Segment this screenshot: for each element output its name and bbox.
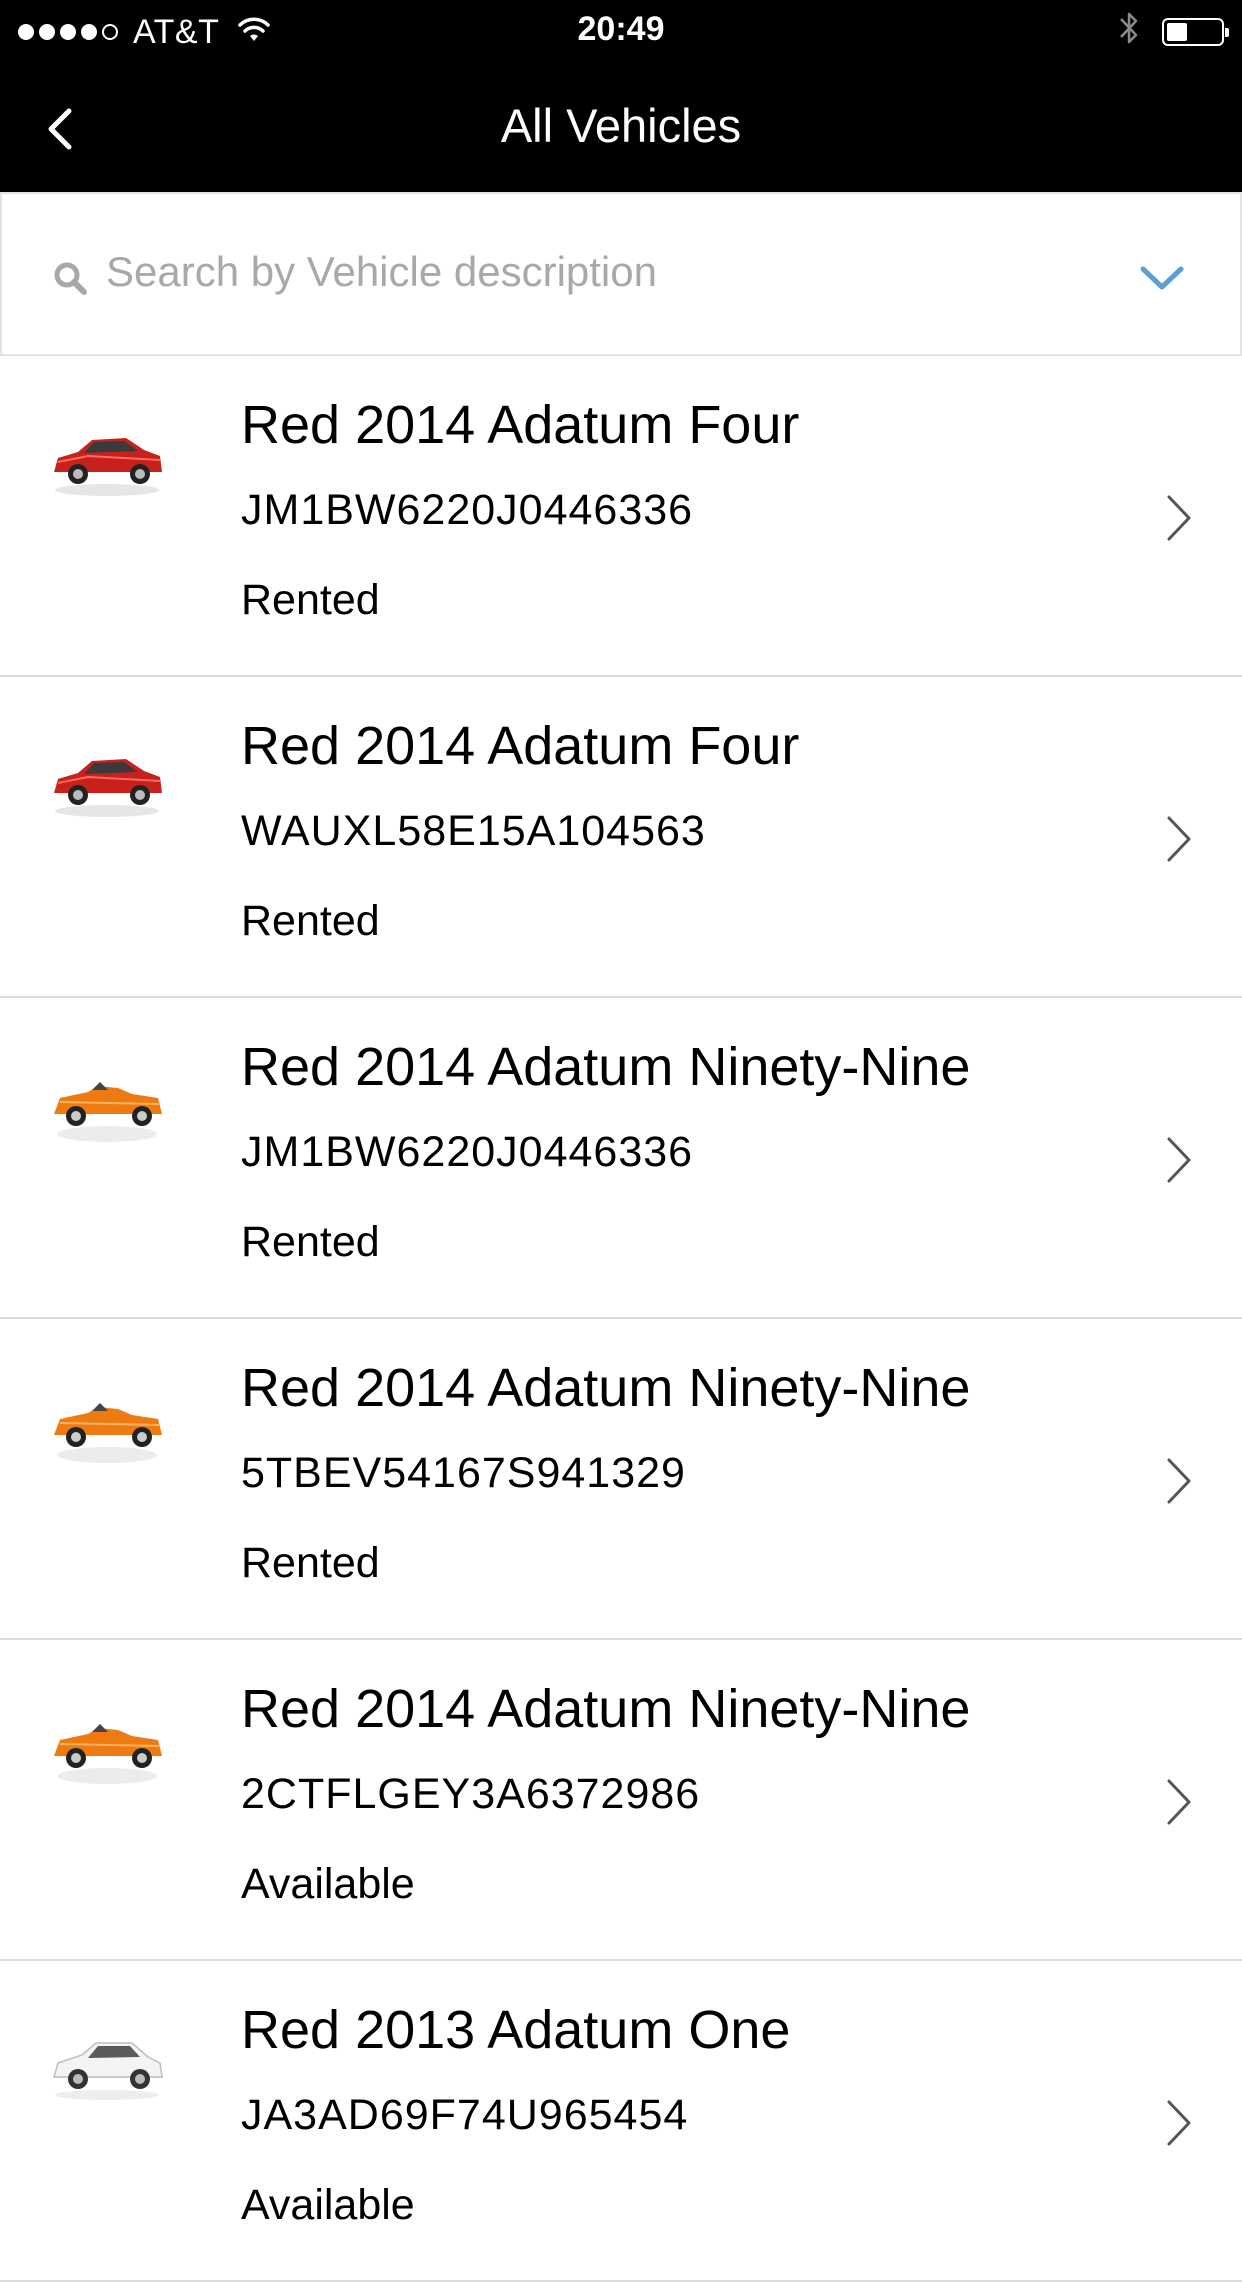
vehicle-name: Red 2014 Adatum Four — [241, 716, 800, 776]
chevron-right-icon — [1167, 1137, 1191, 1183]
search-icon — [54, 262, 87, 295]
vehicle-status: Rented — [241, 576, 380, 624]
chevron-right-icon — [1167, 1779, 1191, 1825]
navigation-bar: All Vehicles — [0, 64, 1242, 192]
filter-dropdown-button[interactable] — [1130, 254, 1194, 302]
vehicle-vin: JM1BW6220J0446336 — [241, 486, 694, 534]
vehicle-list-item[interactable]: Red 2014 Adatum Ninety-Nine 2CTFLGEY3A63… — [0, 1640, 1242, 1961]
search-input[interactable] — [106, 242, 1026, 302]
red-sedan-icon — [54, 438, 162, 496]
vehicle-status: Rented — [241, 1218, 380, 1266]
chevron-right-icon — [1167, 495, 1191, 541]
chevron-right-icon — [1167, 1458, 1191, 1504]
chevron-down-icon — [1140, 266, 1184, 290]
vehicle-vin: JA3AD69F74U965454 — [241, 2091, 689, 2139]
vehicle-list: Red 2014 Adatum Four JM1BW6220J0446336 R… — [0, 356, 1242, 2282]
status-right — [1118, 12, 1229, 52]
vehicle-vin: 5TBEV54167S941329 — [241, 1449, 686, 1497]
vehicle-name: Red 2014 Adatum Ninety-Nine — [241, 1358, 971, 1418]
red-sedan-icon — [54, 759, 162, 817]
vehicle-name: Red 2013 Adatum One — [241, 2000, 791, 2060]
vehicle-vin: JM1BW6220J0446336 — [241, 1128, 694, 1176]
vehicle-list-item[interactable]: Red 2013 Adatum One JA3AD69F74U965454 Av… — [0, 1961, 1242, 2282]
orange-convertible-icon — [54, 1403, 162, 1463]
white-hatchback-icon — [53, 2042, 163, 2100]
page-title: All Vehicles — [500, 99, 742, 152]
vehicle-status: Available — [241, 1860, 415, 1908]
orange-convertible-icon — [54, 1082, 162, 1142]
vehicle-status: Available — [241, 2181, 415, 2229]
vehicle-list-item[interactable]: Red 2014 Adatum Four JM1BW6220J0446336 R… — [0, 356, 1242, 677]
chevron-right-icon — [1167, 816, 1191, 862]
search-bar — [0, 192, 1242, 356]
vehicle-list-item[interactable]: Red 2014 Adatum Ninety-Nine JM1BW6220J04… — [0, 998, 1242, 1319]
battery-icon — [1162, 18, 1229, 46]
vehicle-status: Rented — [241, 897, 380, 945]
vehicle-vin: 2CTFLGEY3A6372986 — [241, 1770, 701, 1818]
vehicle-status: Rented — [241, 1539, 380, 1587]
chevron-right-icon — [1167, 2100, 1191, 2146]
vehicle-list-item[interactable]: Red 2014 Adatum Ninety-Nine 5TBEV54167S9… — [0, 1319, 1242, 1640]
clock: 20:49 — [577, 10, 665, 48]
status-bar: AT&T 20:49 — [0, 0, 1242, 64]
vehicle-vin: WAUXL58E15A104563 — [241, 807, 706, 855]
bluetooth-icon — [1118, 9, 1140, 56]
orange-convertible-icon — [54, 1724, 162, 1784]
vehicle-list-item[interactable]: Red 2014 Adatum Four WAUXL58E15A104563 R… — [0, 677, 1242, 998]
vehicle-name: Red 2014 Adatum Ninety-Nine — [241, 1679, 971, 1739]
vehicle-name: Red 2014 Adatum Ninety-Nine — [241, 1037, 971, 1097]
vehicle-name: Red 2014 Adatum Four — [241, 395, 800, 455]
